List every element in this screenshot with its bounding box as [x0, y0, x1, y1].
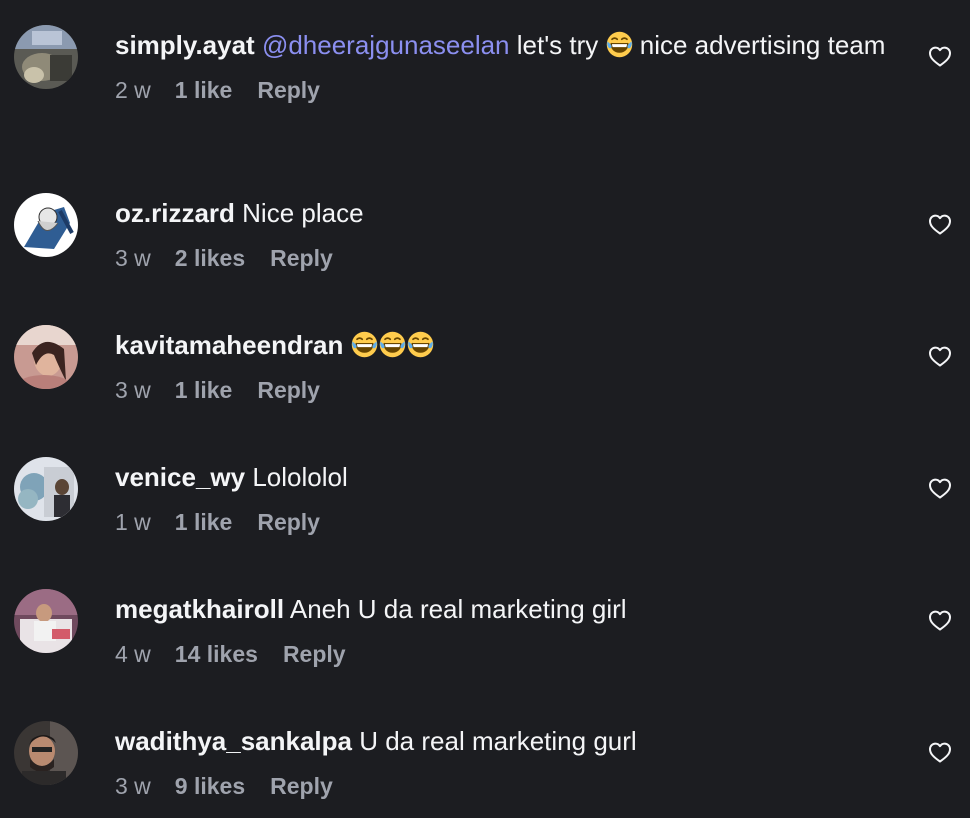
comment-likes[interactable]: 1 like	[175, 376, 233, 404]
comment-likes[interactable]: 9 likes	[175, 772, 245, 800]
face-with-tears-of-joy-icon	[379, 331, 406, 358]
avatar[interactable]	[14, 193, 78, 257]
comment-likes[interactable]: 1 like	[175, 508, 233, 536]
comment-text: simply.ayat @dheerajgunaseelan let's try…	[115, 27, 900, 63]
comment-text-part	[343, 330, 350, 360]
comment-time[interactable]: 3 w	[115, 376, 151, 404]
comment-text-part: U da real marketing gurl	[352, 726, 637, 756]
face-with-tears-of-joy-icon	[351, 331, 378, 358]
comment-likes[interactable]: 14 likes	[175, 640, 258, 668]
comment-text: kavitamaheendran	[115, 327, 900, 363]
comment-username[interactable]: kavitamaheendran	[115, 330, 343, 360]
heart-outline-icon[interactable]	[928, 741, 952, 763]
comment-text: oz.rizzard Nice place	[115, 195, 900, 231]
avatar[interactable]	[14, 25, 78, 89]
heart-outline-icon[interactable]	[928, 213, 952, 235]
reply-button[interactable]: Reply	[257, 376, 320, 404]
comment-text-part: Aneh U da real marketing girl	[284, 594, 627, 624]
comment-text: wadithya_sankalpa U da real marketing gu…	[115, 723, 900, 759]
comment-time[interactable]: 2 w	[115, 76, 151, 104]
avatar[interactable]	[14, 325, 78, 389]
avatar[interactable]	[14, 589, 78, 653]
comment-username[interactable]: venice_wy	[115, 462, 245, 492]
comment-username[interactable]: megatkhairoll	[115, 594, 284, 624]
face-with-tears-of-joy-icon	[407, 331, 434, 358]
comment-meta: 3 w 1 like Reply	[115, 376, 900, 404]
comment-text: megatkhairoll Aneh U da real marketing g…	[115, 591, 900, 627]
comment-meta: 4 w 14 likes Reply	[115, 640, 900, 668]
comment-text-part: nice advertising team	[632, 30, 886, 60]
heart-outline-icon[interactable]	[928, 477, 952, 499]
reply-button[interactable]: Reply	[257, 508, 320, 536]
comment-meta: 3 w 2 likes Reply	[115, 244, 900, 272]
comment-meta: 3 w 9 likes Reply	[115, 772, 900, 800]
avatar[interactable]	[14, 457, 78, 521]
comment-meta: 1 w 1 like Reply	[115, 508, 900, 536]
avatar[interactable]	[14, 721, 78, 785]
heart-outline-icon[interactable]	[928, 345, 952, 367]
comment-username[interactable]: oz.rizzard	[115, 198, 235, 228]
heart-outline-icon[interactable]	[928, 609, 952, 631]
reply-button[interactable]: Reply	[257, 76, 320, 104]
face-with-tears-of-joy-icon	[606, 31, 633, 58]
comment-text: venice_wy Lolololol	[115, 459, 900, 495]
comment-time[interactable]: 1 w	[115, 508, 151, 536]
comment-time[interactable]: 4 w	[115, 640, 151, 668]
comment-likes[interactable]: 1 like	[175, 76, 233, 104]
reply-button[interactable]: Reply	[270, 244, 333, 272]
comment-username[interactable]: simply.ayat	[115, 30, 255, 60]
comment-mention[interactable]: @dheerajgunaseelan	[262, 30, 510, 60]
comment-text-part: let's try	[509, 30, 606, 60]
comment-text-part: Nice place	[234, 198, 364, 228]
reply-button[interactable]: Reply	[283, 640, 346, 668]
comment-time[interactable]: 3 w	[115, 244, 151, 272]
heart-outline-icon[interactable]	[928, 45, 952, 67]
comment-meta: 2 w 1 like Reply	[115, 76, 900, 104]
comment-username[interactable]: wadithya_sankalpa	[115, 726, 352, 756]
comment-time[interactable]: 3 w	[115, 772, 151, 800]
comment-likes[interactable]: 2 likes	[175, 244, 245, 272]
comment-text-part: Lolololol	[245, 462, 348, 492]
reply-button[interactable]: Reply	[270, 772, 333, 800]
